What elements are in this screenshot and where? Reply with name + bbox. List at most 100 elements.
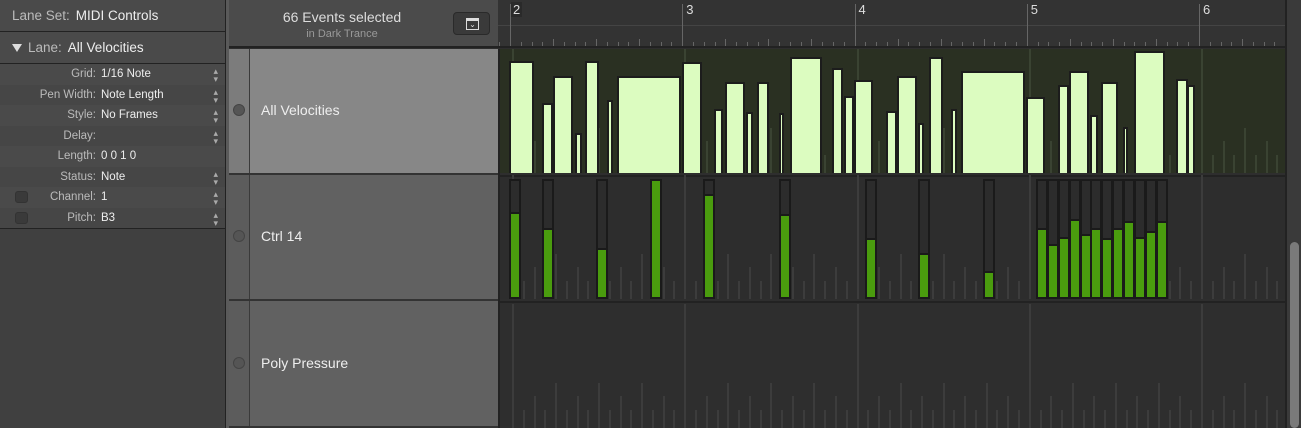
collapse-button[interactable]: ⌄ [453, 12, 490, 35]
velocity-bar[interactable] [1090, 115, 1098, 173]
controller-bar[interactable] [864, 179, 877, 299]
param-value[interactable]: 0 0 1 0 [101, 150, 225, 162]
param-value[interactable]: Note [101, 171, 225, 183]
lane-status-dot-icon[interactable] [233, 356, 245, 369]
lane-status-dot-icon[interactable] [233, 104, 245, 116]
param-value[interactable]: Note Length [101, 89, 225, 101]
bar-number: 4 [858, 2, 866, 17]
lane-header[interactable]: Ctrl 14 [229, 175, 498, 301]
param-value[interactable]: B3 [101, 212, 225, 224]
lane-header[interactable]: All Velocities [229, 49, 498, 175]
lane-status-dot-icon[interactable] [233, 230, 245, 242]
velocity-bar[interactable] [1058, 84, 1070, 173]
controller-bar[interactable] [917, 179, 930, 299]
param-row[interactable]: Length: 0 0 1 0 [0, 146, 225, 167]
param-row[interactable]: Channel: 1 ▴ ▾ [0, 187, 225, 208]
velocity-bar[interactable] [575, 132, 583, 173]
grid-line [964, 267, 967, 299]
controller-bar[interactable] [509, 179, 522, 299]
ctrl14-lane[interactable] [500, 175, 1285, 299]
velocity-bar[interactable] [552, 75, 573, 173]
lane-content[interactable] [498, 49, 1285, 428]
ruler-tick [929, 42, 931, 46]
controller-bar[interactable] [1155, 179, 1168, 299]
velocity-bar[interactable] [790, 56, 823, 173]
param-row[interactable]: Grid: 1/16 Note ▴ ▾ [0, 64, 225, 85]
velocity-bar[interactable] [961, 71, 1026, 173]
velocity-bar[interactable] [917, 123, 924, 173]
velocity-bar[interactable] [541, 102, 553, 173]
param-row[interactable]: Pen Width: Note Length ▴ ▾ [0, 84, 225, 105]
velocity-bar[interactable] [1069, 71, 1090, 173]
velocity-bar[interactable] [745, 112, 753, 173]
lane-row[interactable]: Lane: All Velocities [0, 32, 225, 64]
grid-line [1276, 410, 1279, 428]
grid-line [1244, 254, 1247, 299]
grid-line [845, 281, 848, 299]
ruler-tick [919, 42, 921, 46]
velocity-bar[interactable] [617, 75, 682, 173]
scrollbar-thumb[interactable] [1290, 242, 1299, 428]
velocity-bar[interactable] [585, 60, 599, 173]
velocity-bar[interactable] [1100, 81, 1118, 173]
param-row[interactable]: Status: Note ▴ ▾ [0, 166, 225, 187]
grid-line [748, 396, 751, 428]
controller-bar[interactable] [596, 179, 609, 299]
stepper-arrows-icon[interactable]: ▴ ▾ [213, 108, 218, 125]
param-checkbox[interactable] [15, 191, 28, 204]
param-row[interactable]: Delay: ▴ ▾ [0, 125, 225, 146]
velocity-bar[interactable] [607, 100, 614, 173]
velocity-bar[interactable] [756, 81, 769, 173]
stepper-arrows-icon[interactable]: ▴ ▾ [213, 67, 218, 84]
velocity-bar[interactable] [929, 56, 943, 173]
controller-bar[interactable] [982, 179, 995, 299]
stepper-arrows-icon[interactable]: ▴ ▾ [213, 210, 218, 227]
velocity-bar[interactable] [1187, 84, 1195, 173]
poly-pressure-lane[interactable] [500, 301, 1285, 428]
velocity-bar[interactable] [853, 79, 873, 173]
ruler-tick [822, 42, 824, 46]
ruler-tick [951, 42, 953, 46]
vertical-scrollbar[interactable] [1285, 0, 1301, 428]
stepper-arrows-icon[interactable]: ▴ ▾ [213, 87, 218, 104]
controller-value-fill [780, 214, 789, 297]
lane-parameters: Grid: 1/16 Note ▴ ▾ Pen Width: Note Length ▴ ▾ S… [0, 64, 225, 229]
velocity-bar[interactable] [1025, 97, 1045, 173]
param-checkbox[interactable] [15, 211, 28, 224]
param-row[interactable]: Pitch: B3 ▴ ▾ [0, 207, 225, 228]
param-value[interactable]: 1 [101, 191, 225, 203]
ruler-tick [671, 42, 673, 46]
velocity-bar[interactable] [725, 81, 746, 173]
controller-bar[interactable] [541, 179, 554, 299]
disclosure-triangle-icon[interactable] [12, 43, 22, 52]
grid-line [910, 410, 913, 428]
lane-set-value[interactable]: MIDI Controls [76, 8, 159, 23]
velocity-bar[interactable] [1122, 126, 1128, 173]
controller-bar[interactable] [703, 179, 716, 299]
velocity-bar[interactable] [714, 108, 723, 173]
velocity-bar[interactable] [885, 110, 897, 173]
velocity-bar[interactable] [832, 68, 844, 173]
velocity-bar[interactable] [896, 75, 917, 173]
velocity-bar[interactable] [509, 60, 535, 173]
stepper-arrows-icon[interactable]: ▴ ▾ [213, 128, 218, 145]
velocity-bar[interactable] [682, 61, 702, 173]
velocity-bar[interactable] [951, 108, 958, 173]
velocity-bar[interactable] [1133, 51, 1165, 173]
param-value[interactable]: 1/16 Note [101, 68, 225, 80]
lane-set-row[interactable]: Lane Set: MIDI Controls [0, 0, 225, 32]
param-row[interactable]: Style: No Frames ▴ ▾ [0, 105, 225, 126]
grid-line [824, 410, 827, 428]
stepper-arrows-icon[interactable]: ▴ ▾ [213, 169, 218, 186]
param-value[interactable]: No Frames [101, 109, 225, 121]
controller-bar[interactable] [649, 179, 662, 299]
grid-line [953, 410, 956, 428]
timeline-ruler[interactable]: 2 3 4 5 6 [498, 0, 1285, 48]
grid-line [931, 410, 934, 428]
stepper-arrows-icon[interactable]: ▴ ▾ [213, 190, 218, 207]
velocity-bar[interactable] [843, 96, 854, 173]
lane-header[interactable]: Poly Pressure [229, 301, 498, 428]
velocity-bar[interactable] [778, 113, 784, 173]
velocity-lane[interactable] [500, 49, 1285, 173]
controller-bar[interactable] [778, 179, 791, 299]
